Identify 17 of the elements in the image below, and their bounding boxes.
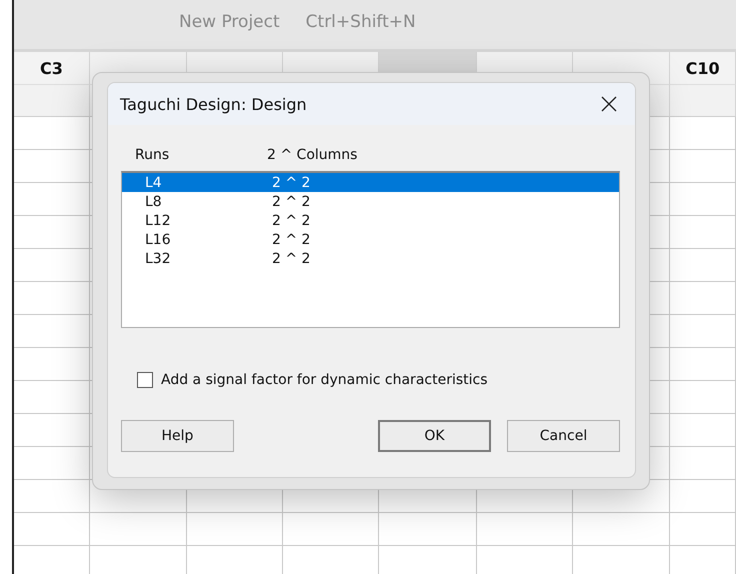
column-label: Runs	[135, 147, 170, 165]
help-button[interactable]: Help	[121, 420, 234, 452]
list-row[interactable]: L12 2 ^ 2	[122, 211, 619, 230]
list-row[interactable]: L8 2 ^ 2	[122, 192, 619, 211]
list-row[interactable]: L16 2 ^ 2	[122, 230, 619, 249]
checkbox-label: Add a signal factor for dynamic characteristics	[161, 372, 488, 388]
list-row[interactable]: L32 2 ^ 2	[122, 249, 619, 268]
list-row[interactable]: L4 2 ^ 2	[122, 173, 619, 192]
close-icon[interactable]	[601, 96, 617, 112]
checkbox[interactable]	[137, 372, 153, 388]
column-header[interactable]: C10	[670, 52, 736, 84]
cancel-button[interactable]: Cancel	[507, 420, 620, 452]
dialog-title: Taguchi Design: Design	[120, 94, 307, 114]
column-label: 2 ^ Columns	[267, 147, 358, 165]
menu-shortcut: Ctrl+Shift+N	[306, 12, 416, 32]
column-header[interactable]: C3	[14, 52, 90, 84]
ok-button[interactable]: OK	[378, 420, 491, 452]
